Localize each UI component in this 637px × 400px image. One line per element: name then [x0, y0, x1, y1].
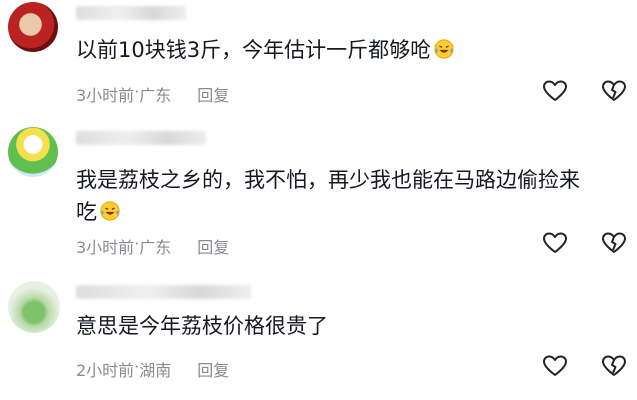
avatar[interactable] [8, 127, 58, 177]
comment-text: 我是荔枝之乡的，我不怕，再少我也能在马路边偷捡来 吃 [76, 164, 580, 228]
comment-text-content: 以前10块钱3斤，今年估计一斤都够呛 [76, 38, 432, 62]
like-button[interactable] [541, 352, 569, 380]
dislike-button[interactable] [600, 352, 628, 380]
like-button[interactable] [541, 77, 569, 105]
comment-location: 湖南 [139, 361, 172, 380]
broken-heart-icon [602, 232, 626, 253]
comment-time: 2小时前 [76, 361, 135, 380]
laughing-tears-emoji-icon [100, 201, 120, 221]
username-blurred[interactable] [76, 285, 251, 299]
comment-text: 意思是今年荔枝价格很贵了 [76, 310, 328, 342]
username-blurred[interactable] [76, 131, 206, 145]
comment-meta: 2小时前 · 湖南 回复 [76, 357, 229, 381]
comment-text-content: 吃 [76, 200, 97, 224]
avatar[interactable] [8, 281, 60, 333]
reply-button[interactable]: 回复 [197, 82, 229, 106]
dislike-button[interactable] [600, 77, 628, 105]
comment-time: 3小时前 [76, 238, 135, 257]
comment-time: 3小时前 [76, 86, 135, 105]
comment-text: 以前10块钱3斤，今年估计一斤都够呛 [76, 34, 455, 66]
comment-meta: 3小时前 · 广东 回复 [76, 82, 229, 106]
comment-text-content: 意思是今年荔枝价格很贵了 [76, 314, 328, 338]
like-button[interactable] [541, 229, 569, 257]
avatar[interactable] [8, 2, 58, 52]
comment-text-line: 我是荔枝之乡的，我不怕，再少我也能在马路边偷捡来 [76, 168, 580, 192]
heart-outline-icon [543, 355, 567, 376]
heart-outline-icon [543, 80, 567, 101]
comment-location: 广东 [139, 86, 172, 105]
reply-button[interactable]: 回复 [197, 357, 229, 381]
laughing-tears-emoji-icon [434, 39, 454, 59]
broken-heart-icon [602, 80, 626, 101]
comment-text-line: 吃 [76, 196, 580, 228]
broken-heart-icon [602, 355, 626, 376]
username-blurred[interactable] [76, 6, 186, 20]
reply-button[interactable]: 回复 [197, 234, 229, 258]
comment-meta: 3小时前 · 广东 回复 [76, 234, 229, 258]
heart-outline-icon [543, 232, 567, 253]
dislike-button[interactable] [600, 229, 628, 257]
comment-location: 广东 [139, 238, 172, 257]
